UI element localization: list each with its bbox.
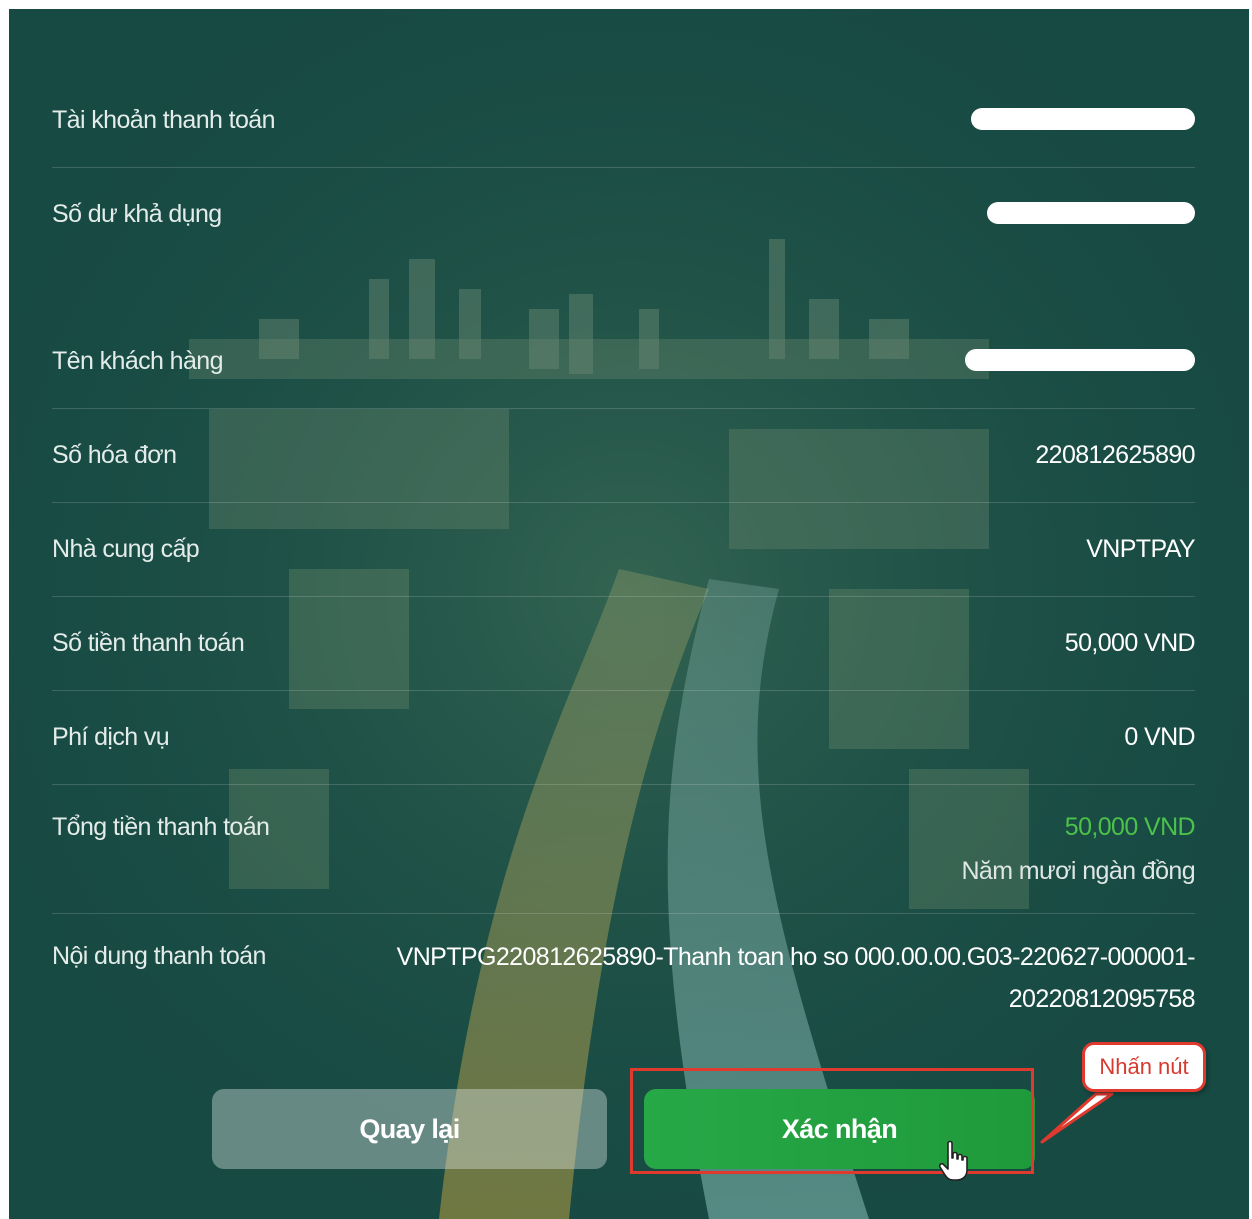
click-here-callout: Nhấn nút	[1082, 1042, 1206, 1092]
provider-value: VNPTPAY	[1086, 535, 1195, 563]
total-amount-label: Tổng tiền thanh toán	[52, 813, 270, 841]
payment-content-label: Nội dung thanh toán	[52, 942, 266, 970]
available-balance-label: Số dư khả dụng	[52, 200, 222, 228]
customer-name-label: Tên khách hàng	[52, 347, 224, 375]
divider	[52, 408, 1195, 409]
payment-account-label: Tài khoản thanh toán	[52, 106, 276, 134]
invoice-number-value: 220812625890	[1035, 441, 1195, 469]
payment-content-value: VNPTPG220812625890-Thanh toan ho so 000.…	[396, 943, 1196, 1013]
back-button[interactable]: Quay lại	[212, 1089, 607, 1169]
redacted-customer-name	[965, 349, 1195, 371]
divider	[52, 913, 1195, 914]
invoice-number-label: Số hóa đơn	[52, 441, 177, 469]
confirm-button-highlight	[630, 1068, 1034, 1174]
divider	[52, 596, 1195, 597]
payment-amount-label: Số tiền thanh toán	[52, 629, 245, 657]
payment-confirmation-panel: Tài khoản thanh toán Số dư khả dụng Tên …	[9, 9, 1249, 1219]
divider	[52, 167, 1195, 168]
payment-amount-value: 50,000 VND	[1064, 629, 1196, 657]
redacted-available-balance	[987, 202, 1195, 224]
total-amount-value: 50,000 VND	[1064, 813, 1196, 841]
service-fee-value: 0 VND	[1124, 723, 1195, 751]
redacted-payment-account	[971, 108, 1195, 130]
divider	[52, 690, 1195, 691]
divider	[52, 784, 1195, 785]
total-amount-in-words: Năm mươi ngàn đồng	[961, 857, 1195, 885]
service-fee-label: Phí dịch vụ	[52, 723, 170, 751]
city-night-background	[9, 9, 1249, 1219]
provider-label: Nhà cung cấp	[52, 535, 200, 563]
divider	[52, 502, 1195, 503]
hand-pointer-cursor-icon	[938, 1140, 968, 1181]
